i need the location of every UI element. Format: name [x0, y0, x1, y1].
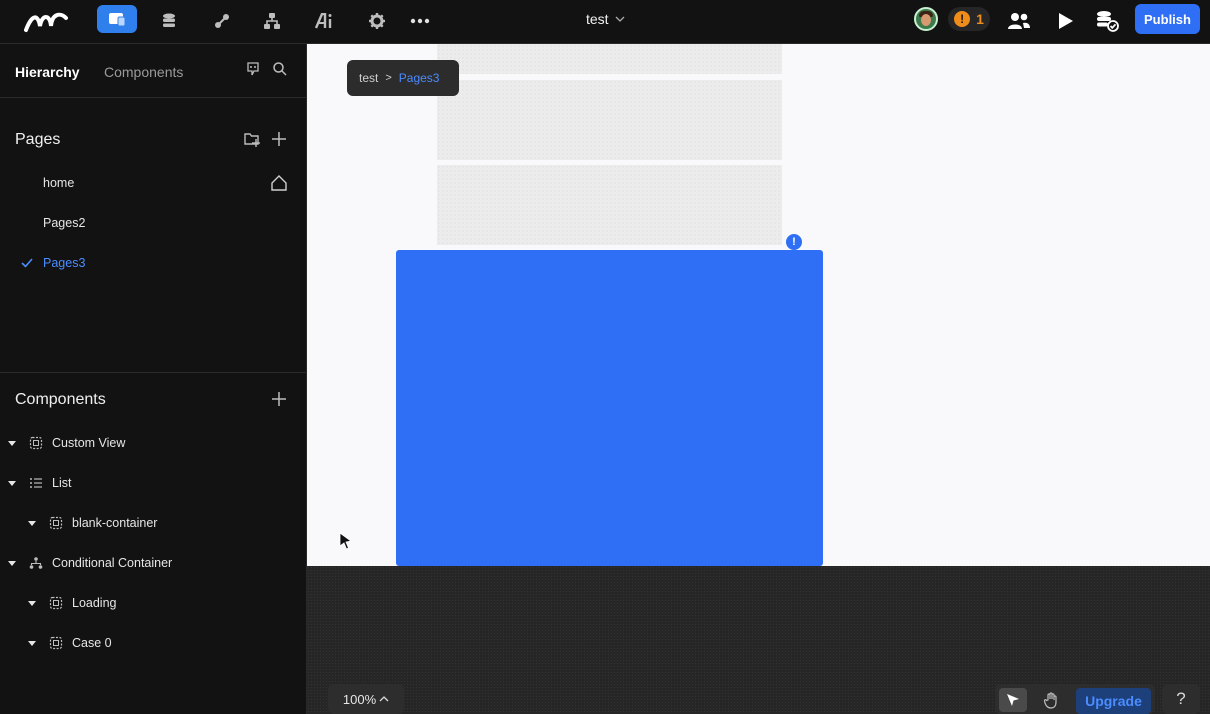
- home-icon: [271, 175, 287, 191]
- placeholder-block[interactable]: [437, 44, 782, 74]
- tree-item-case-0[interactable]: Case 0: [0, 626, 290, 662]
- add-folder-icon[interactable]: [243, 130, 261, 148]
- chevron-up-icon: [379, 696, 389, 702]
- page-item-pages2[interactable]: Pages2: [0, 206, 306, 242]
- hand-icon: [1043, 692, 1057, 709]
- database-icon[interactable]: [153, 6, 185, 36]
- pages-section-title: Pages: [15, 131, 61, 148]
- warning-icon: !: [954, 11, 971, 27]
- breadcrumb-separator: >: [385, 72, 392, 84]
- tab-components[interactable]: Components: [104, 64, 183, 80]
- select-tool[interactable]: [999, 688, 1027, 712]
- search-icon[interactable]: [272, 61, 288, 77]
- tree-item-custom-view[interactable]: Custom View: [0, 426, 290, 462]
- components-section-title: Components: [15, 391, 106, 408]
- tree-item-label: Loading: [72, 596, 117, 610]
- preview-play-icon[interactable]: [1049, 6, 1081, 36]
- tab-hierarchy[interactable]: Hierarchy: [15, 64, 80, 80]
- integrations-icon[interactable]: [206, 6, 238, 36]
- caret-down-icon[interactable]: [8, 561, 16, 566]
- ai-icon[interactable]: [309, 6, 341, 36]
- hand-tool[interactable]: [1038, 688, 1066, 712]
- database-check-icon[interactable]: [1091, 6, 1123, 36]
- warning-count: 1: [976, 11, 984, 27]
- breadcrumb: test > Pages3: [347, 60, 459, 96]
- canvas[interactable]: test > Pages3 ! 100% Upgrade ?: [307, 44, 1210, 714]
- placeholder-block[interactable]: [437, 80, 782, 160]
- avatar[interactable]: [914, 7, 938, 31]
- tree-item-label: Custom View: [52, 436, 126, 450]
- info-icon[interactable]: !: [786, 234, 802, 250]
- caret-down-icon[interactable]: [8, 441, 16, 446]
- pointer-tool-icon: [1007, 694, 1019, 706]
- tree-item-label: blank-container: [72, 516, 158, 530]
- container-icon: [49, 516, 63, 530]
- conditional-icon: [29, 557, 43, 569]
- tree-item-blank-container[interactable]: blank-container: [0, 506, 290, 542]
- warnings-badge[interactable]: ! 1: [948, 7, 990, 31]
- pages-icon[interactable]: [97, 5, 137, 33]
- caret-down-icon[interactable]: [28, 641, 36, 646]
- upgrade-button[interactable]: Upgrade: [1076, 688, 1151, 714]
- tree-item-list[interactable]: List: [0, 466, 290, 502]
- breadcrumb-current[interactable]: Pages3: [399, 71, 440, 85]
- list-icon: [30, 478, 42, 488]
- add-page-icon[interactable]: [270, 130, 288, 148]
- logo-icon[interactable]: [20, 6, 74, 36]
- placeholder-block[interactable]: [437, 165, 782, 245]
- chevron-down-icon: [615, 16, 625, 22]
- left-sidebar: Hierarchy Components Pages home Pages2 P…: [0, 44, 307, 714]
- more-icon[interactable]: [404, 6, 436, 36]
- page-label: home: [43, 176, 75, 190]
- custom-view-icon: [29, 436, 43, 450]
- github-icon[interactable]: [245, 61, 261, 77]
- tree-item-label: List: [52, 476, 72, 490]
- tree-item-loading[interactable]: Loading: [0, 586, 290, 622]
- project-title: test: [586, 11, 609, 27]
- users-icon[interactable]: [1003, 6, 1035, 36]
- page-label: Pages2: [43, 216, 86, 230]
- container-icon: [49, 596, 63, 610]
- check-icon: [21, 258, 33, 268]
- caret-down-icon[interactable]: [28, 521, 36, 526]
- tool-group: Upgrade: [995, 684, 1155, 714]
- selected-container[interactable]: [396, 250, 823, 566]
- add-component-icon[interactable]: [270, 390, 288, 408]
- publish-button[interactable]: Publish: [1135, 4, 1200, 34]
- divider: [0, 372, 306, 373]
- zoom-level: 100%: [342, 691, 377, 707]
- caret-down-icon[interactable]: [8, 481, 16, 486]
- caret-down-icon[interactable]: [28, 601, 36, 606]
- breadcrumb-root[interactable]: test: [359, 71, 378, 85]
- page-item-pages3[interactable]: Pages3: [0, 246, 306, 282]
- container-icon: [49, 636, 63, 650]
- zoom-control[interactable]: 100%: [328, 684, 404, 714]
- tree-item-label: Conditional Container: [52, 556, 173, 570]
- gear-icon[interactable]: [361, 6, 393, 36]
- tree-item-label: Case 0: [72, 636, 112, 650]
- tree-item-conditional-container[interactable]: Conditional Container: [0, 546, 290, 582]
- sidebar-tabs: Hierarchy Components: [0, 44, 306, 98]
- mouse-pointer-icon: [339, 532, 352, 550]
- workflow-icon[interactable]: [256, 6, 288, 36]
- artboard-page[interactable]: test > Pages3 !: [307, 44, 1210, 566]
- page-label: Pages3: [43, 256, 86, 270]
- top-bar: test ! 1 Publish: [0, 0, 1210, 44]
- help-button[interactable]: ?: [1162, 684, 1200, 714]
- project-title-dropdown[interactable]: test: [586, 11, 625, 27]
- page-item-home[interactable]: home: [0, 166, 306, 202]
